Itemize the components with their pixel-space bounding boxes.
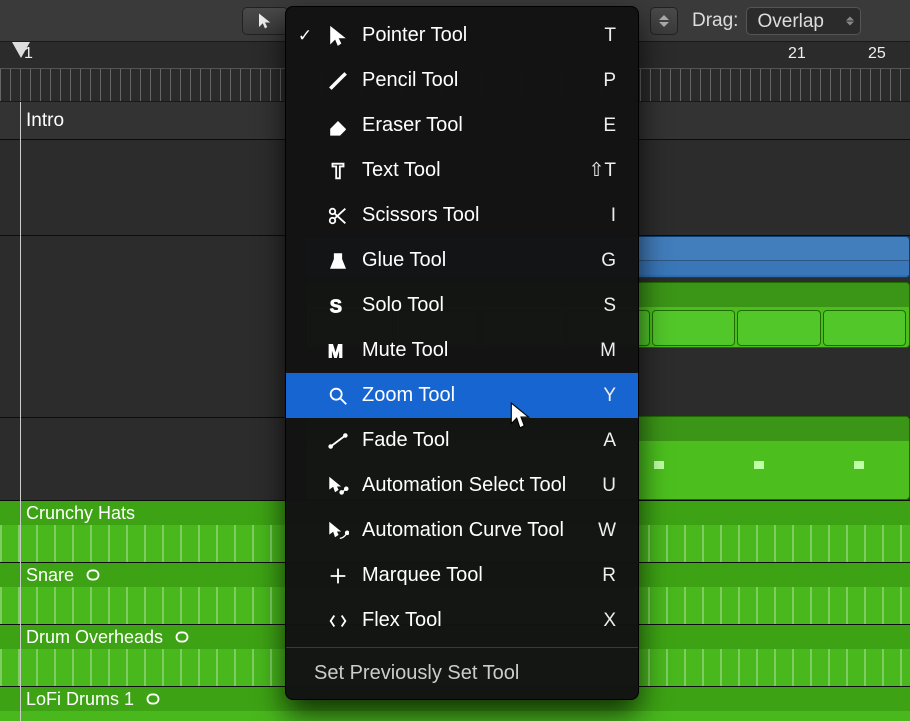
menu-item-text[interactable]: Text Tool ⇧T [286, 148, 638, 193]
track-label: Snare [26, 565, 74, 586]
flex-icon [324, 610, 352, 632]
menu-item-shortcut: R [602, 565, 616, 587]
menu-set-previous-tool[interactable]: Set Previously Set Tool [286, 652, 638, 693]
menu-item-label: Pointer Tool [362, 24, 594, 47]
menu-item-shortcut: G [601, 250, 616, 272]
scissors-icon [324, 205, 352, 227]
loop-icon [142, 691, 164, 707]
pencil-icon [324, 70, 352, 92]
menu-item-label: Mute Tool [362, 339, 590, 362]
loop-icon [82, 567, 104, 583]
ruler-label: 25 [868, 45, 886, 63]
marquee-icon [324, 565, 352, 587]
menu-item-label: Glue Tool [362, 249, 591, 272]
menu-item-label: Scissors Tool [362, 204, 601, 227]
solo-icon: S [324, 295, 352, 317]
glue-icon [324, 250, 352, 272]
drag-mode-value: Overlap [757, 11, 824, 32]
menu-item-label: Automation Select Tool [362, 474, 592, 497]
drag-label: Drag: [692, 10, 738, 32]
menu-item-label: Text Tool [362, 159, 578, 182]
svg-text:M: M [328, 340, 343, 361]
eraser-icon [324, 115, 352, 137]
menu-item-label: Eraser Tool [362, 114, 593, 137]
menu-item-zoom[interactable]: Zoom Tool Y [286, 373, 638, 418]
automation-select-icon [324, 475, 352, 497]
menu-item-pointer[interactable]: ✓ Pointer Tool T [286, 13, 638, 58]
tool-menu: ✓ Pointer Tool T Pencil Tool P Eraser Tool E Te… [285, 6, 639, 700]
automation-curve-icon [324, 520, 352, 542]
menu-item-autosel[interactable]: Automation Select Tool U [286, 463, 638, 508]
menu-separator [286, 647, 638, 648]
menu-item-shortcut: X [603, 610, 616, 632]
menu-item-shortcut: Y [603, 385, 616, 407]
menu-item-label: Pencil Tool [362, 69, 593, 92]
menu-item-label: Solo Tool [362, 294, 593, 317]
menu-item-shortcut: P [603, 70, 616, 92]
fade-icon [324, 430, 352, 452]
menu-item-shortcut: T [604, 25, 616, 47]
menu-item-flex[interactable]: Flex Tool X [286, 598, 638, 643]
menu-item-label: Automation Curve Tool [362, 519, 588, 542]
check-icon: ✓ [296, 26, 314, 46]
menu-item-glue[interactable]: Glue Tool G [286, 238, 638, 283]
menu-item-shortcut: U [602, 475, 616, 497]
menu-item-shortcut: ⇧T [588, 159, 616, 182]
track-label: Crunchy Hats [26, 503, 135, 524]
menu-item-label: Marquee Tool [362, 564, 592, 587]
menu-item-label: Fade Tool [362, 429, 593, 452]
zoom-icon [324, 385, 352, 407]
svg-text:S: S [330, 295, 342, 316]
menu-item-autocurve[interactable]: Automation Curve Tool W [286, 508, 638, 553]
menu-item-label: Zoom Tool [362, 384, 593, 407]
menu-item-fade[interactable]: Fade Tool A [286, 418, 638, 463]
pointer-icon [256, 12, 274, 30]
menu-item-scissors[interactable]: Scissors Tool I [286, 193, 638, 238]
pointer-icon [324, 25, 352, 47]
menu-item-solo[interactable]: S Solo Tool S [286, 283, 638, 328]
menu-item-mute[interactable]: M Mute Tool M [286, 328, 638, 373]
loop-icon [171, 629, 193, 645]
drag-mode-dropdown[interactable]: Overlap [746, 7, 861, 35]
menu-item-shortcut: E [603, 115, 616, 137]
menu-item-pencil[interactable]: Pencil Tool P [286, 58, 638, 103]
track-label: LoFi Drums 1 [26, 689, 134, 710]
menu-item-shortcut: I [611, 205, 616, 227]
secondary-tool-selector[interactable] [650, 7, 678, 35]
track-label: Drum Overheads [26, 627, 163, 648]
ruler-label: 21 [788, 45, 806, 63]
menu-item-eraser[interactable]: Eraser Tool E [286, 103, 638, 148]
menu-item-shortcut: M [600, 340, 616, 362]
marker-intro: Intro [26, 110, 64, 132]
menu-item-marquee[interactable]: Marquee Tool R [286, 553, 638, 598]
menu-item-shortcut: W [598, 520, 616, 542]
tool-selector-button[interactable] [242, 7, 288, 35]
playhead-line [20, 102, 21, 721]
text-icon [324, 160, 352, 182]
playhead[interactable] [12, 42, 30, 58]
mute-icon: M [324, 340, 352, 362]
menu-item-label: Flex Tool [362, 609, 593, 632]
menu-item-shortcut: A [603, 430, 616, 452]
menu-item-shortcut: S [603, 295, 616, 317]
